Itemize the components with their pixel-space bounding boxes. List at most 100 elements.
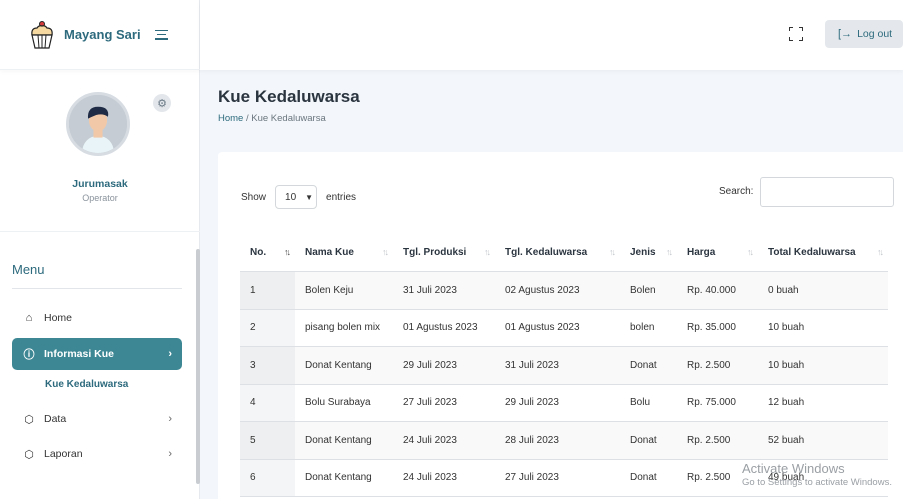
table-cell: 6 (240, 459, 295, 497)
sidebar-item-home[interactable]: ⌂ Home (12, 304, 182, 332)
table-cell: Rp. 40.000 (677, 271, 758, 310)
table-cell: bolen (620, 309, 677, 347)
table-cell: 01 Agustus 2023 (495, 309, 620, 347)
watermark-line1: Activate Windows (742, 461, 845, 476)
table-cell: 10 buah (758, 346, 888, 385)
sort-icon: ↑↓ (666, 247, 673, 257)
column-header[interactable]: No. ↑↓ (240, 234, 295, 272)
column-header[interactable]: Jenis ↑↓ (620, 234, 677, 272)
table-cell: 1 (240, 271, 295, 310)
watermark-line2: Go to Settings to activate Windows. (742, 477, 892, 488)
column-header[interactable]: Harga ↑↓ (677, 234, 758, 272)
gear-icon[interactable]: ⚙ (153, 94, 171, 112)
sidebar-scrollbar[interactable] (196, 249, 200, 484)
chevron-right-icon: › (168, 448, 172, 460)
table-cell: 3 (240, 346, 295, 385)
table-cell: Donat Kentang (295, 346, 393, 385)
search-input[interactable] (760, 177, 894, 207)
column-header[interactable]: Tgl. Kedaluwarsa ↑↓ (495, 234, 620, 272)
column-header[interactable]: Nama Kue ↑↓ (295, 234, 393, 272)
column-header[interactable]: Total Kedaluwarsa ↑↓ (758, 234, 888, 272)
home-icon: ⌂ (25, 312, 33, 324)
logout-button[interactable]: [→ Log out (825, 20, 903, 48)
table-cell: 52 buah (758, 421, 888, 460)
table-row: 2 pisang bolen mix 01 Agustus 2023 01 Agust… (240, 309, 888, 347)
cube-icon: ⬡ (24, 413, 34, 426)
sidebar-item-label: Informasi Kue (44, 348, 115, 360)
table-row: 5 Donat Kentang 24 Juli 2023 28 Juli 2023 Do… (240, 421, 888, 460)
sidebar-item-informasi-kue[interactable]: ⓘ Informasi Kue › (12, 338, 182, 370)
sidebar-item-data[interactable]: ⬡ Data › (12, 405, 182, 433)
table-cell: Bolen Keju (295, 271, 393, 310)
table-cell: 31 Juli 2023 (393, 271, 495, 310)
table-cell: Donat Kentang (295, 459, 393, 497)
table-row: 4 Bolu Surabaya 27 Juli 2023 29 Juli 2023 Bo… (240, 384, 888, 422)
brand-name: Mayang Sari (64, 27, 141, 42)
table-cell: Bolu (620, 384, 677, 422)
brand-bar: Mayang Sari (0, 0, 200, 70)
sidebar-subitem-kue-kedaluwarsa[interactable]: Kue Kedaluwarsa (45, 379, 128, 390)
info-icon: ⓘ (23, 349, 35, 361)
topbar: [→ Log out (200, 0, 903, 70)
menu-title: Menu (12, 262, 45, 277)
table-cell: 27 Juli 2023 (393, 384, 495, 422)
table-cell: 12 buah (758, 384, 888, 422)
search-label: Search: (719, 186, 754, 197)
menu-divider (12, 288, 182, 289)
table-cell: 5 (240, 421, 295, 460)
table-row: 1 Bolen Keju 31 Juli 2023 02 Agustus 2023 Bo… (240, 271, 888, 310)
table-cell: Donat Kentang (295, 421, 393, 460)
sidebar-item-label: Home (44, 312, 73, 324)
sidebar: Mayang Sari ⚙ Jurumasak Operator Menu ⌂ … (0, 0, 200, 499)
data-table: No. ↑↓ Nama Kue ↑↓ Tgl. Produksi ↑↓ Tgl. Ke… (240, 234, 888, 497)
cube-icon: ⬡ (24, 448, 34, 461)
entries-control: Show 10 ▼ entries (241, 185, 356, 209)
table-cell: 02 Agustus 2023 (495, 271, 620, 310)
table-cell: 28 Juli 2023 (495, 421, 620, 460)
show-label: Show (241, 191, 267, 203)
table-cell: 31 Juli 2023 (495, 346, 620, 385)
table-cell: 27 Juli 2023 (495, 459, 620, 497)
entries-select[interactable]: 10 ▼ (275, 185, 318, 209)
table-cell: Rp. 75.000 (677, 384, 758, 422)
table-cell: Bolen (620, 271, 677, 310)
table-cell: Donat (620, 421, 677, 460)
sort-icon: ↑↓ (484, 247, 491, 257)
table-row: 3 Donat Kentang 29 Juli 2023 31 Juli 2023 Do… (240, 346, 888, 385)
table-cell: 01 Agustus 2023 (393, 309, 495, 347)
table-cell: Donat (620, 459, 677, 497)
cupcake-logo-icon (31, 20, 53, 49)
breadcrumb-separator: / (245, 113, 249, 124)
table-cell: 2 (240, 309, 295, 347)
table-cell: Rp. 2.500 (677, 346, 758, 385)
profile-card: ⚙ Jurumasak Operator (0, 72, 200, 232)
breadcrumb-current: Kue Kedaluwarsa (251, 113, 326, 124)
chevron-right-icon: › (168, 413, 172, 425)
chevron-down-icon: ▼ (305, 192, 314, 202)
logout-label: Log out (857, 28, 893, 40)
sort-icon: ↑↓ (877, 247, 884, 257)
table-cell: Rp. 2.500 (677, 421, 758, 460)
table-cell: 0 buah (758, 271, 888, 310)
breadcrumb: Home / Kue Kedaluwarsa (218, 113, 326, 124)
table-cell: 29 Juli 2023 (393, 346, 495, 385)
table-cell: 10 buah (758, 309, 888, 347)
breadcrumb-home[interactable]: Home (218, 113, 243, 124)
profile-name: Jurumasak (72, 178, 128, 190)
fullscreen-icon[interactable] (789, 27, 803, 41)
table-cell: 29 Juli 2023 (495, 384, 620, 422)
entries-value: 10 (285, 191, 297, 203)
sort-icon: ↑↓ (609, 247, 616, 257)
hamburger-menu-icon[interactable] (154, 29, 168, 40)
column-header[interactable]: Tgl. Produksi ↑↓ (393, 234, 495, 272)
table-cell: Bolu Surabaya (295, 384, 393, 422)
sidebar-item-label: Data (44, 413, 67, 425)
page-title: Kue Kedaluwarsa (218, 87, 360, 106)
profile-role: Operator (82, 193, 118, 203)
table-cell: pisang bolen mix (295, 309, 393, 347)
table-cell: Donat (620, 346, 677, 385)
sidebar-item-label: Laporan (44, 448, 83, 460)
sidebar-item-laporan[interactable]: ⬡ Laporan › (12, 440, 182, 468)
sort-icon: ↑↓ (284, 247, 291, 257)
table-cell: 4 (240, 384, 295, 422)
